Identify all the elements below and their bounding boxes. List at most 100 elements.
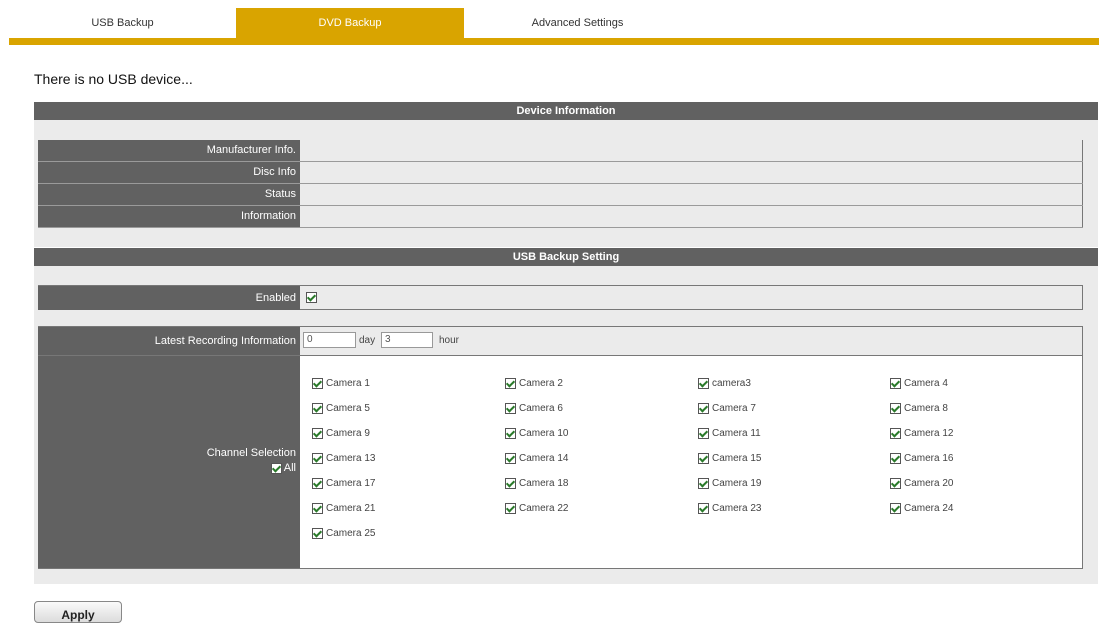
camera-checkbox-item[interactable]: Camera 9 [312,428,370,439]
enabled-label: Enabled [38,286,300,310]
camera-label: Camera 8 [904,403,948,415]
camera-checkbox[interactable] [505,478,516,489]
camera-checkbox-item[interactable]: Camera 16 [890,453,953,464]
camera-checkbox[interactable] [890,503,901,514]
camera-checkbox[interactable] [698,503,709,514]
camera-checkbox[interactable] [312,403,323,414]
camera-checkbox[interactable] [505,503,516,514]
channel-grid: Camera 1 Camera 2 camera3 Camera 4 Camera 5 C… [300,356,1082,568]
camera-checkbox[interactable] [698,428,709,439]
tab-usb-backup[interactable]: USB Backup [9,8,236,39]
disc-info-label: Disc Info [38,162,300,183]
camera-label: Camera 14 [519,453,569,465]
camera-label: Camera 17 [326,478,376,490]
camera-checkbox-item[interactable]: Camera 5 [312,403,370,414]
day-input[interactable]: 0 [303,332,356,348]
camera-label: Camera 20 [904,478,954,490]
camera-checkbox[interactable] [312,528,323,539]
camera-label: Camera 16 [904,453,954,465]
camera-checkbox-item[interactable]: Camera 20 [890,478,953,489]
enabled-row: Enabled [38,285,1083,310]
camera-checkbox-item[interactable]: Camera 12 [890,428,953,439]
all-checkbox[interactable] [270,462,282,474]
latest-recording-row: Latest Recording Information 0 day 3 hou… [38,327,1082,356]
camera-checkbox[interactable] [890,403,901,414]
camera-checkbox-item[interactable]: Camera 10 [505,428,568,439]
camera-checkbox[interactable] [312,478,323,489]
camera-label: Camera 6 [519,403,563,415]
camera-checkbox-item[interactable]: Camera 7 [698,403,756,414]
camera-checkbox-item[interactable]: camera3 [698,378,751,389]
camera-label: Camera 12 [904,428,954,440]
camera-checkbox[interactable] [505,428,516,439]
camera-checkbox[interactable] [698,453,709,464]
camera-label: Camera 21 [326,503,376,515]
camera-checkbox-item[interactable]: Camera 17 [312,478,375,489]
backup-setting-header: USB Backup Setting [34,248,1098,266]
hour-input[interactable]: 3 [381,332,433,348]
camera-label: Camera 15 [712,453,762,465]
camera-checkbox[interactable] [698,378,709,389]
camera-checkbox-item[interactable]: Camera 18 [505,478,568,489]
information-value [300,206,1083,227]
latest-recording-label: Latest Recording Information [38,327,300,355]
all-toggle[interactable]: All [270,462,296,474]
camera-checkbox-item[interactable]: Camera 22 [505,503,568,514]
camera-checkbox-item[interactable]: Camera 11 [698,428,761,439]
tab-advanced-settings[interactable]: Advanced Settings [464,8,691,39]
camera-checkbox-item[interactable]: Camera 13 [312,453,375,464]
camera-checkbox-item[interactable]: Camera 8 [890,403,948,414]
camera-checkbox-item[interactable]: Camera 21 [312,503,375,514]
camera-checkbox-item[interactable]: Camera 14 [505,453,568,464]
tab-bar: USB Backup DVD Backup Advanced Settings [0,0,1099,45]
device-info-header: Device Information [34,102,1098,120]
recording-box: Latest Recording Information 0 day 3 hou… [38,326,1083,569]
camera-checkbox[interactable] [698,478,709,489]
camera-label: Camera 25 [326,528,376,540]
all-label: All [283,462,296,474]
camera-checkbox[interactable] [312,503,323,514]
camera-checkbox-item[interactable]: Camera 19 [698,478,761,489]
camera-checkbox[interactable] [890,428,901,439]
camera-checkbox-item[interactable]: Camera 2 [505,378,563,389]
camera-label: Camera 4 [904,378,948,390]
tab-dvd-backup[interactable]: DVD Backup [236,8,464,39]
camera-label: Camera 11 [712,428,761,440]
status-message: There is no USB device... [34,71,193,87]
camera-checkbox-item[interactable]: Camera 25 [312,528,375,539]
manufacturer-value [300,140,1083,161]
info-row-status: Status [38,184,1083,206]
camera-checkbox-item[interactable]: Camera 1 [312,378,370,389]
camera-label: Camera 19 [712,478,762,490]
camera-checkbox[interactable] [698,403,709,414]
camera-checkbox-item[interactable]: Camera 23 [698,503,761,514]
camera-checkbox-item[interactable]: Camera 6 [505,403,563,414]
camera-checkbox[interactable] [312,428,323,439]
camera-label: Camera 5 [326,403,370,415]
camera-checkbox[interactable] [505,403,516,414]
apply-button[interactable]: Apply [34,601,122,623]
camera-label: Camera 9 [326,428,370,440]
camera-checkbox[interactable] [312,378,323,389]
hour-unit: hour [439,335,460,346]
camera-label: Camera 23 [712,503,762,515]
camera-checkbox[interactable] [890,378,901,389]
camera-checkbox-item[interactable]: Camera 24 [890,503,953,514]
camera-checkbox-item[interactable]: Camera 4 [890,378,948,389]
info-row-disc: Disc Info [38,162,1083,184]
camera-label: Camera 22 [519,503,569,515]
tab-underline [9,38,1099,45]
camera-label: Camera 7 [712,403,756,415]
camera-checkbox[interactable] [890,478,901,489]
camera-checkbox-item[interactable]: Camera 15 [698,453,761,464]
enabled-checkbox[interactable] [306,292,317,303]
camera-checkbox[interactable] [505,453,516,464]
camera-label: Camera 1 [326,378,370,390]
info-row-manufacturer: Manufacturer Info. [38,140,1083,162]
camera-checkbox[interactable] [505,378,516,389]
status-label: Status [38,184,300,205]
status-value [300,184,1083,205]
camera-checkbox[interactable] [312,453,323,464]
camera-checkbox[interactable] [890,453,901,464]
info-row-information: Information [38,206,1083,228]
